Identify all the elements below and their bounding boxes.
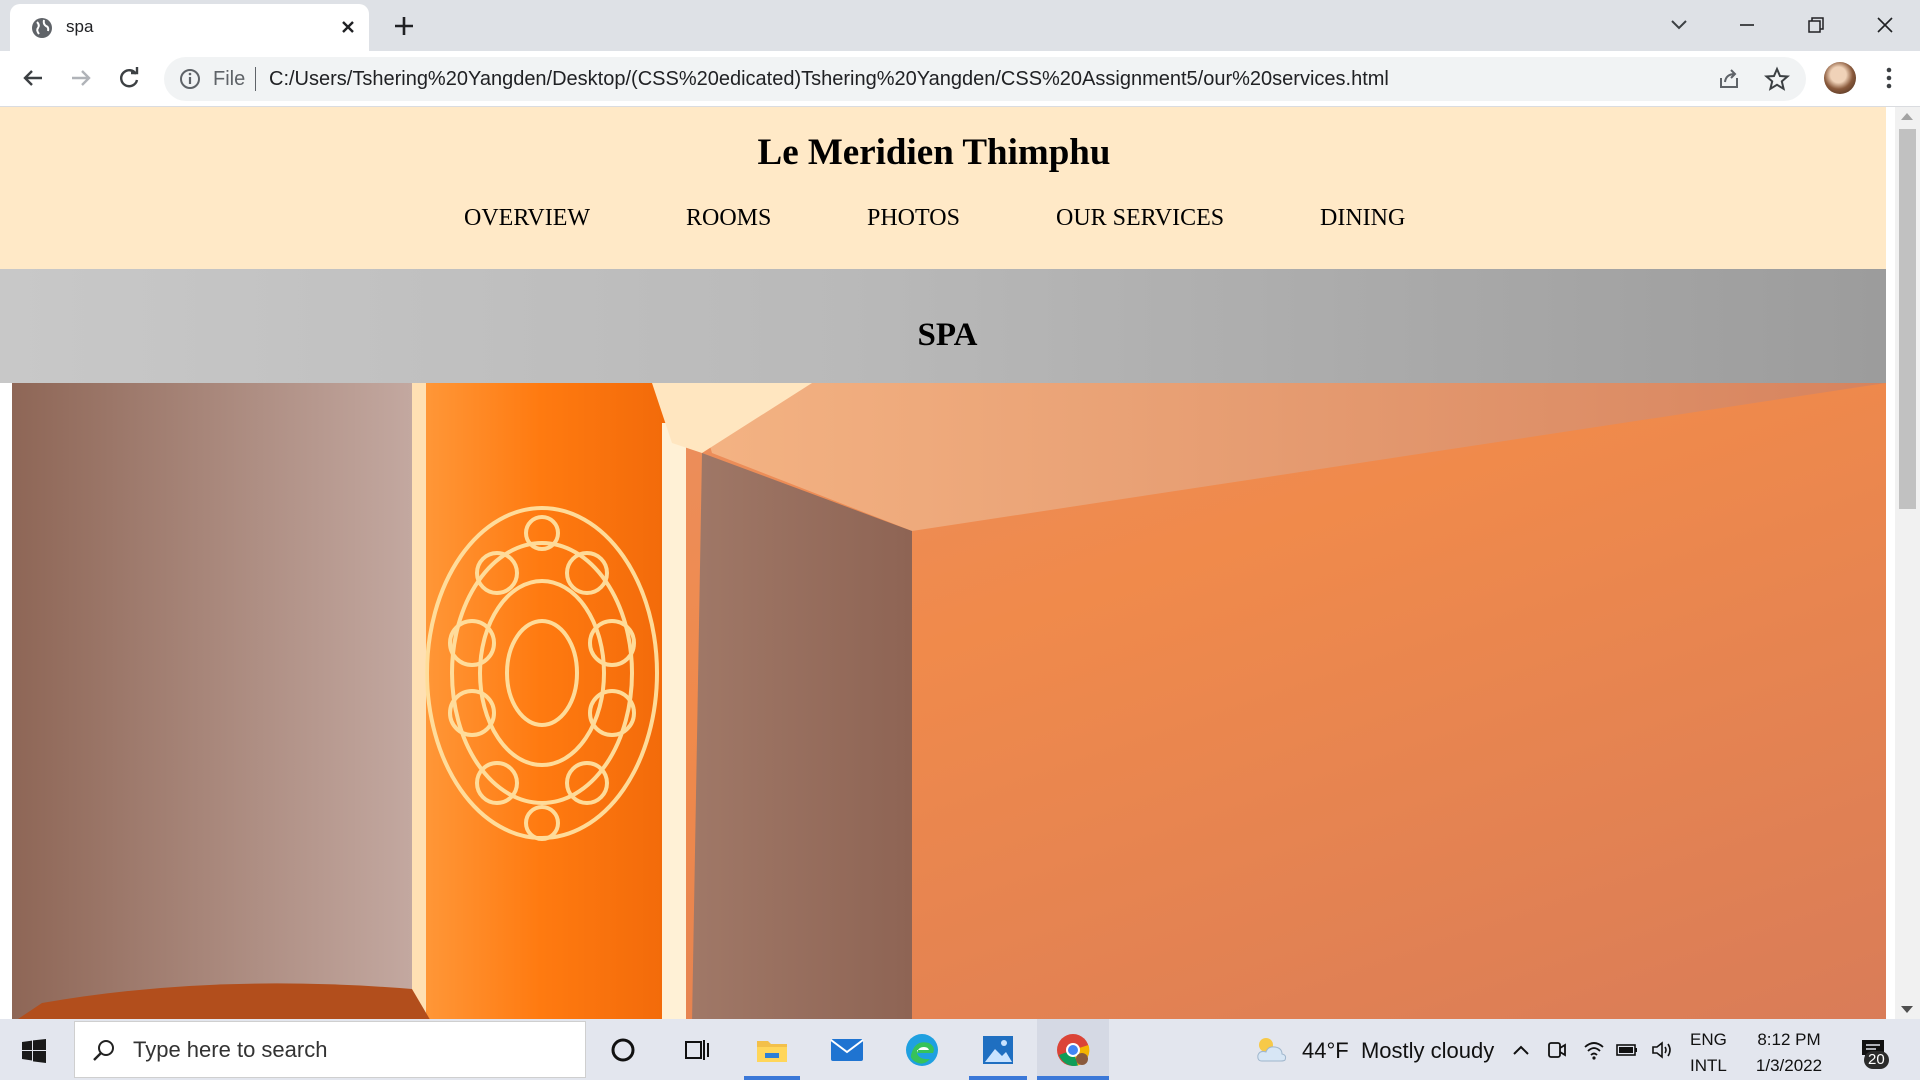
nav-our-services[interactable]: OUR SERVICES — [1056, 205, 1224, 232]
section-band: SPA — [0, 269, 1886, 383]
search-placeholder: Type here to search — [133, 1037, 328, 1062]
info-icon[interactable] — [178, 67, 202, 91]
address-bar[interactable]: File C:/Users/Tshering%20Yangden/Desktop… — [164, 57, 1806, 101]
battery-icon[interactable] — [1615, 1039, 1639, 1061]
cortana-icon[interactable] — [604, 1031, 642, 1069]
page-viewport: Le Meridien Thimphu OVERVIEW ROOMS PHOTO… — [0, 107, 1895, 1019]
tab-search-icon[interactable] — [1664, 10, 1694, 40]
new-tab-icon[interactable] — [390, 12, 418, 40]
windows-taskbar: Type here to search 44°F Mostly cloudy E… — [0, 1019, 1920, 1080]
url-text[interactable]: C:/Users/Tshering%20Yangden/Desktop/(CSS… — [269, 68, 1389, 91]
chrome-running-indicator — [1037, 1076, 1109, 1080]
file-explorer-icon[interactable] — [753, 1031, 791, 1069]
clock-time: 8:12 PM — [1757, 1030, 1821, 1049]
weather-temp: 44°F — [1302, 1038, 1349, 1063]
task-view-icon[interactable] — [677, 1031, 715, 1069]
notification-count-badge: 20 — [1864, 1051, 1889, 1069]
minimize-icon[interactable] — [1732, 10, 1762, 40]
windows-start-icon[interactable] — [22, 1039, 46, 1063]
scrollbar-thumb[interactable] — [1899, 129, 1916, 509]
taskbar-clock[interactable]: 8:12 PM 1/3/2022 — [1752, 1027, 1826, 1079]
edge-icon[interactable] — [903, 1031, 941, 1069]
explorer-running-indicator — [744, 1076, 800, 1080]
search-icon — [93, 1040, 114, 1061]
file-scheme-label: File — [213, 68, 246, 90]
forward-icon[interactable] — [66, 63, 96, 93]
site-header: Le Meridien Thimphu OVERVIEW ROOMS PHOTO… — [0, 107, 1886, 269]
back-icon[interactable] — [18, 63, 48, 93]
close-window-icon[interactable] — [1870, 10, 1900, 40]
language-code: ENG — [1690, 1030, 1727, 1049]
more-menu-icon[interactable] — [1876, 63, 1902, 93]
nav-rooms[interactable]: ROOMS — [686, 205, 771, 232]
chevron-up-icon[interactable] — [1509, 1039, 1533, 1061]
site-title: Le Meridien Thimphu — [757, 132, 1111, 173]
weather-text[interactable]: 44°F Mostly cloudy — [1302, 1038, 1494, 1064]
profile-avatar[interactable] — [1824, 62, 1856, 94]
browser-toolbar: File C:/Users/Tshering%20Yangden/Desktop… — [0, 51, 1920, 107]
spa-room-photo — [12, 383, 1886, 1019]
weather-condition: Mostly cloudy — [1360, 1038, 1495, 1063]
scroll-up-arrow-icon[interactable] — [1901, 113, 1913, 120]
photos-icon[interactable] — [979, 1031, 1017, 1069]
weather-cloud-icon[interactable] — [1254, 1033, 1288, 1067]
volume-icon[interactable] — [1650, 1039, 1674, 1061]
language-indicator[interactable]: ENG INTL — [1690, 1027, 1727, 1079]
section-title: SPA — [917, 317, 978, 353]
globe-icon — [32, 18, 52, 38]
address-separator — [255, 67, 256, 91]
nav-overview[interactable]: OVERVIEW — [464, 205, 590, 232]
meet-now-icon[interactable] — [1545, 1039, 1569, 1061]
share-icon[interactable] — [1716, 66, 1742, 92]
tab-title: spa — [66, 17, 94, 36]
chrome-icon[interactable] — [1054, 1031, 1092, 1069]
keyboard-layout: INTL — [1690, 1056, 1727, 1075]
restore-icon[interactable] — [1801, 10, 1831, 40]
taskbar-search[interactable]: Type here to search — [74, 1021, 586, 1078]
nav-photos[interactable]: PHOTOS — [867, 205, 960, 232]
wifi-icon[interactable] — [1582, 1039, 1606, 1061]
scroll-down-arrow-icon[interactable] — [1901, 1006, 1913, 1013]
browser-tab[interactable]: spa — [10, 4, 369, 51]
nav-dining[interactable]: DINING — [1320, 205, 1405, 232]
bookmark-star-icon[interactable] — [1764, 66, 1790, 92]
tab-strip: spa — [0, 0, 1920, 51]
close-tab-icon[interactable] — [335, 14, 361, 40]
photos-running-indicator — [969, 1076, 1027, 1080]
vertical-scrollbar[interactable] — [1895, 107, 1920, 1019]
reload-icon[interactable] — [114, 63, 144, 93]
clock-date: 1/3/2022 — [1755, 1056, 1823, 1075]
mail-icon[interactable] — [828, 1031, 866, 1069]
